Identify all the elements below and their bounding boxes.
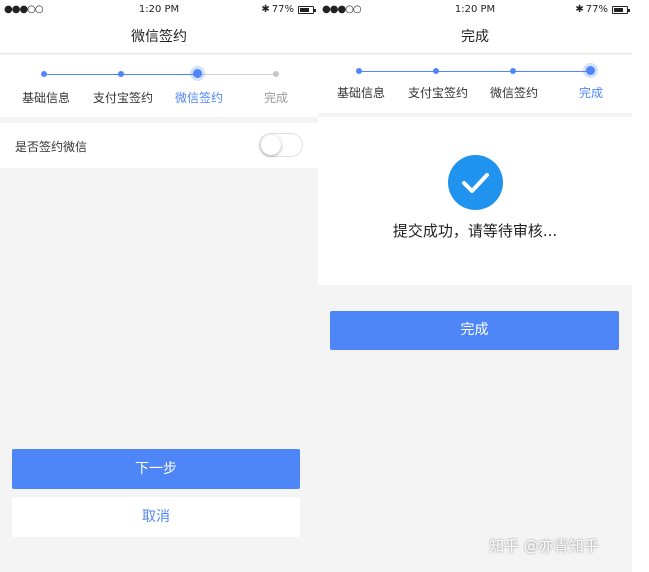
step-label-wechat: 微信签约 bbox=[489, 86, 539, 100]
battery-icon bbox=[298, 5, 316, 14]
step-dot-4 bbox=[273, 71, 279, 77]
page-title: 完成 bbox=[318, 20, 632, 54]
setting-label: 是否签约微信 bbox=[15, 140, 88, 154]
step-label-alipay: 支付宝签约 bbox=[407, 86, 469, 100]
toggle-knob bbox=[261, 135, 281, 155]
checkmark-icon bbox=[448, 155, 503, 210]
success-panel: 提交成功，请等待审核... bbox=[318, 117, 632, 285]
done-button[interactable]: 完成 bbox=[330, 311, 619, 350]
bluetooth-icon: ✱ bbox=[575, 4, 584, 15]
wechat-signing-screen: ●●●○○ 1:20 PM ✱ 77% 微信签约 基础信息 支付宝签约 微信签约… bbox=[0, 0, 318, 572]
battery-percent: 77% bbox=[585, 4, 608, 15]
step-label-done: 完成 bbox=[263, 91, 289, 105]
step-dot-3 bbox=[510, 68, 516, 74]
step-dot-3 bbox=[193, 69, 202, 78]
status-bar: ●●●○○ 1:20 PM ✱ 77% bbox=[0, 0, 318, 20]
step-label-basic-info: 基础信息 bbox=[336, 86, 386, 100]
next-step-button[interactable]: 下一步 bbox=[12, 449, 300, 489]
cancel-button[interactable]: 取消 bbox=[12, 497, 300, 537]
step-dot-1 bbox=[41, 71, 47, 77]
step-dot-2 bbox=[433, 68, 439, 74]
step-dot-1 bbox=[356, 68, 362, 74]
step-progress: 基础信息 支付宝签约 微信签约 完成 bbox=[318, 55, 632, 113]
battery-icon bbox=[612, 5, 630, 14]
status-bar: ●●●○○ 1:20 PM ✱ 77% bbox=[318, 0, 632, 20]
step-line-pending bbox=[198, 74, 276, 75]
completion-screen: ●●●○○ 1:20 PM ✱ 77% 完成 基础信息 支付宝签约 微信签约 完… bbox=[318, 0, 632, 572]
watermark: 知乎 @亦青知乎 bbox=[489, 537, 599, 555]
step-progress: 基础信息 支付宝签约 微信签约 完成 bbox=[0, 55, 318, 117]
step-dot-4 bbox=[586, 66, 595, 75]
step-dot-2 bbox=[118, 71, 124, 77]
wechat-sign-setting: 是否签约微信 bbox=[0, 123, 318, 168]
right-margin bbox=[632, 0, 649, 572]
step-line-done bbox=[359, 71, 591, 72]
step-label-basic-info: 基础信息 bbox=[21, 91, 71, 105]
success-message: 提交成功，请等待审核... bbox=[392, 222, 558, 240]
wechat-sign-toggle[interactable] bbox=[259, 133, 303, 157]
step-label-alipay: 支付宝签约 bbox=[92, 91, 154, 105]
step-label-wechat: 微信签约 bbox=[174, 91, 224, 105]
step-label-done: 完成 bbox=[578, 86, 604, 100]
app-root: ●●●○○ 1:20 PM ✱ 77% 微信签约 基础信息 支付宝签约 微信签约… bbox=[0, 0, 649, 572]
bluetooth-icon: ✱ bbox=[261, 4, 270, 15]
battery-percent: 77% bbox=[271, 4, 294, 15]
page-title: 微信签约 bbox=[0, 20, 318, 54]
